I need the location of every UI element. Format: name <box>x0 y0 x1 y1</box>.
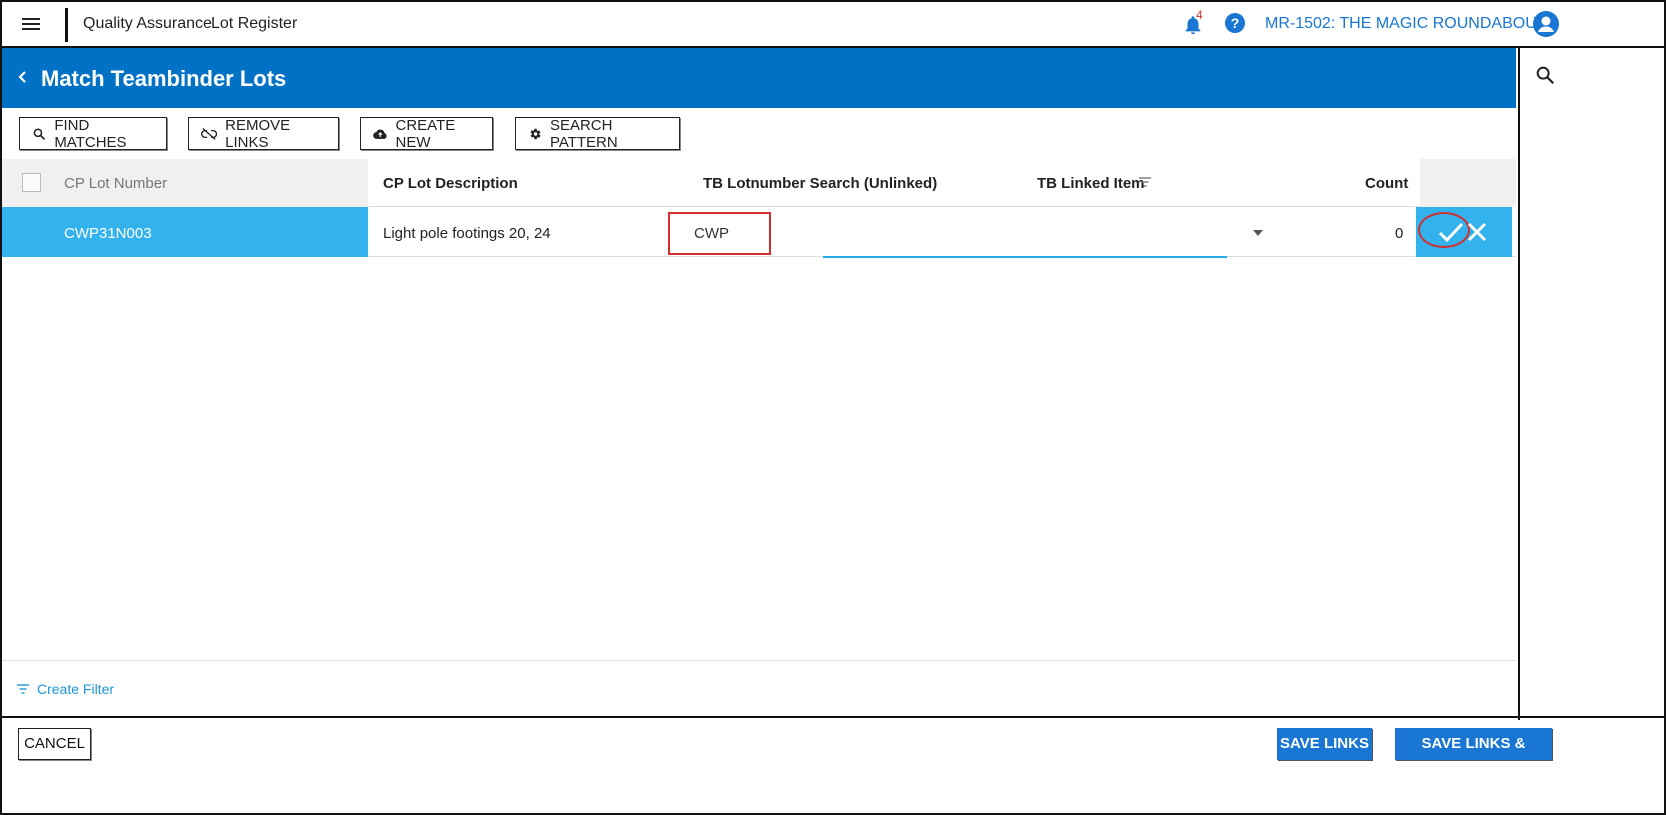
save-links-button[interactable]: SAVE LINKS <box>1277 728 1372 760</box>
create-filter-link[interactable]: Create Filter <box>16 681 114 697</box>
hamburger-menu-icon[interactable] <box>22 16 40 32</box>
breadcrumb-page[interactable]: Lot Register <box>211 15 297 33</box>
header-shade-actions <box>1420 159 1516 207</box>
column-header-cp-lot-number[interactable]: CP Lot Number <box>64 175 167 192</box>
footer-divider <box>2 716 1664 718</box>
column-header-count[interactable]: Count <box>1365 175 1408 192</box>
find-matches-label: FIND MATCHES <box>54 116 127 151</box>
cancel-button[interactable]: CANCEL <box>18 728 91 760</box>
search-icon <box>33 127 46 140</box>
page-title: Match Teambinder Lots <box>41 66 287 91</box>
filter-sort-icon[interactable] <box>1138 176 1152 188</box>
unlink-icon <box>201 127 218 140</box>
tb-linked-item-field-underline <box>823 256 1227 258</box>
confirm-highlight-circle <box>1418 212 1470 248</box>
back-chevron-icon[interactable] <box>14 67 30 87</box>
create-new-label: CREATE NEW <box>395 116 456 151</box>
cancel-x-icon[interactable] <box>1467 220 1487 244</box>
column-header-tb-linked-item[interactable]: TB Linked Item <box>1037 175 1145 192</box>
filter-divider <box>2 660 1516 661</box>
select-all-checkbox[interactable] <box>22 173 41 192</box>
gear-icon <box>530 128 541 139</box>
header-shade <box>2 159 368 207</box>
search-pattern-button[interactable]: SEARCH PATTERN <box>515 116 680 151</box>
project-selector[interactable]: MR-1502: THE MAGIC ROUNDABOUT <box>1265 15 1547 33</box>
user-avatar-icon[interactable] <box>1533 11 1559 37</box>
tb-lotnumber-search-input[interactable]: CWP <box>668 212 771 255</box>
column-header-cp-lot-description[interactable]: CP Lot Description <box>383 175 518 192</box>
cell-cp-lot-description: Light pole footings 20, 24 <box>383 225 551 242</box>
cloud-upload-icon <box>373 129 387 139</box>
create-filter-label: Create Filter <box>37 681 115 697</box>
search-pattern-label: SEARCH PATTERN <box>549 116 618 151</box>
right-rail-divider <box>1518 48 1520 720</box>
save-links-close-button[interactable]: SAVE LINKS & CLOSE <box>1395 728 1552 784</box>
selected-row-highlight <box>2 207 368 257</box>
column-header-tb-lotnumber-search[interactable]: TB Lotnumber Search (Unlinked) <box>703 175 937 192</box>
top-bar: Quality Assurance Lot Register 4 ? MR-15… <box>2 2 1664 48</box>
page-header: Match Teambinder Lots <box>2 48 1516 108</box>
filter-icon <box>17 684 29 694</box>
table-header: CP Lot Number CP Lot Description TB Lotn… <box>2 159 1516 207</box>
search-icon[interactable] <box>1534 64 1556 86</box>
create-new-button[interactable]: CREATE NEW <box>360 116 493 151</box>
cell-count: 0 <box>1395 225 1404 242</box>
divider <box>65 8 68 42</box>
tb-linked-item-dropdown-caret-icon[interactable] <box>1253 230 1263 236</box>
remove-links-label: REMOVE LINKS <box>225 116 291 151</box>
help-icon[interactable]: ? <box>1225 13 1245 33</box>
find-matches-button[interactable]: FIND MATCHES <box>19 116 167 151</box>
cell-cp-lot-number: CWP31N003 <box>64 225 152 242</box>
breadcrumb-module[interactable]: Quality Assurance <box>83 15 212 33</box>
remove-links-button[interactable]: REMOVE LINKS <box>188 116 339 151</box>
notification-count-badge: 4 <box>1196 8 1203 22</box>
